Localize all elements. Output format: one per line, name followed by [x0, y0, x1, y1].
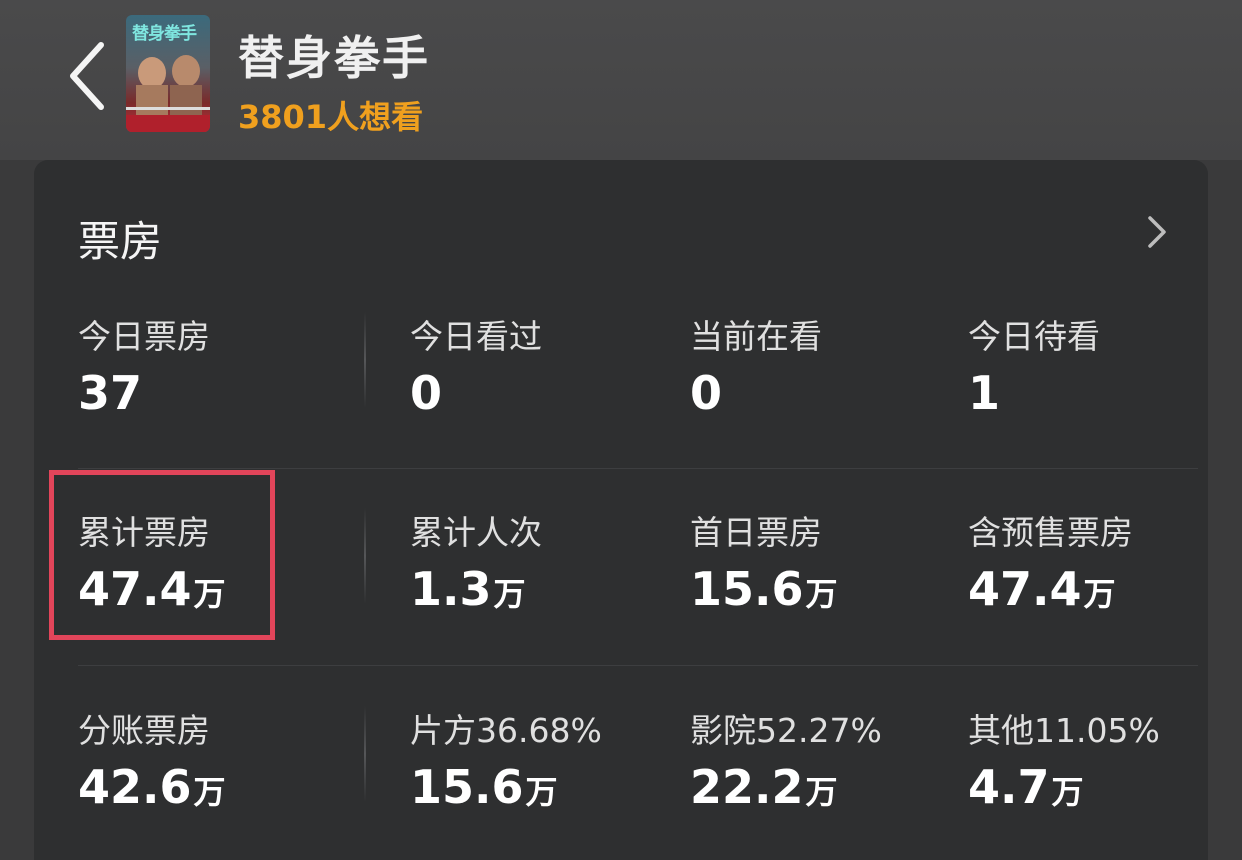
chevron-left-icon [70, 42, 104, 110]
stat-value: 1.3万 [410, 562, 526, 616]
column-divider [364, 706, 366, 802]
stat-value: 0 [690, 366, 723, 420]
stat-value: 0 [410, 366, 443, 420]
stat-presale-box-office[interactable]: 含预售票房 47.4万 [968, 506, 1133, 616]
stat-value: 47.4万 [968, 562, 1116, 616]
poster-title: 替身拳手 [132, 24, 197, 44]
app-header: 替身拳手 替身拳手 3801人想看 [0, 0, 1242, 160]
stat-value: 47.4万 [78, 562, 226, 616]
stat-label: 含预售票房 [968, 513, 1133, 552]
stat-today-to-watch[interactable]: 今日待看 1 [968, 310, 1100, 420]
column-divider [364, 312, 366, 408]
stat-today-watched[interactable]: 今日看过 0 [410, 310, 542, 420]
stat-split-box-office[interactable]: 分账票房 42.6万 [78, 704, 226, 814]
movie-poster[interactable]: 替身拳手 [126, 15, 210, 132]
stat-first-day-box-office[interactable]: 首日票房 15.6万 [690, 506, 838, 616]
row-divider [78, 665, 1198, 666]
stat-value: 15.6万 [690, 562, 838, 616]
stat-label: 影院52.27% [690, 711, 882, 750]
card-title: 票房 [78, 217, 163, 266]
stat-other-share[interactable]: 其他11.05% 4.7万 [968, 704, 1160, 814]
want-count-suffix: 人想看 [327, 98, 424, 136]
stat-cinema-share[interactable]: 影院52.27% 22.2万 [690, 704, 882, 814]
stat-value: 4.7万 [968, 760, 1084, 814]
want-count-number: 3801 [238, 98, 328, 136]
back-button[interactable] [62, 38, 112, 114]
stat-label: 分账票房 [78, 711, 210, 750]
stat-total-box-office[interactable]: 累计票房 47.4万 [78, 506, 226, 616]
movie-title: 替身拳手 [238, 31, 430, 85]
stat-label: 片方36.68% [410, 711, 602, 750]
row-divider [78, 468, 1198, 469]
stat-value: 42.6万 [78, 760, 226, 814]
stat-value: 37 [78, 366, 143, 420]
stat-label: 当前在看 [690, 317, 822, 356]
stat-value: 15.6万 [410, 760, 558, 814]
stat-label: 其他11.05% [968, 711, 1160, 750]
column-divider [364, 508, 366, 604]
stat-currently-watching[interactable]: 当前在看 0 [690, 310, 822, 420]
stat-label: 累计票房 [78, 513, 210, 552]
stat-label: 累计人次 [410, 513, 542, 552]
want-to-see-count: 3801人想看 [238, 92, 423, 138]
stat-total-admissions[interactable]: 累计人次 1.3万 [410, 506, 542, 616]
box-office-card: 票房 今日票房 37 今日看过 0 当前在看 0 今日待看 1 累计票房 47.… [34, 160, 1208, 860]
stat-label: 首日票房 [690, 513, 822, 552]
stat-today-box-office[interactable]: 今日票房 37 [78, 310, 210, 420]
stat-producer-share[interactable]: 片方36.68% 15.6万 [410, 704, 602, 814]
stat-label: 今日票房 [78, 317, 210, 356]
stat-label: 今日看过 [410, 317, 542, 356]
chevron-right-icon[interactable] [1142, 212, 1172, 252]
stat-value: 22.2万 [690, 760, 838, 814]
stat-value: 1 [968, 366, 1001, 420]
stat-label: 今日待看 [968, 317, 1100, 356]
